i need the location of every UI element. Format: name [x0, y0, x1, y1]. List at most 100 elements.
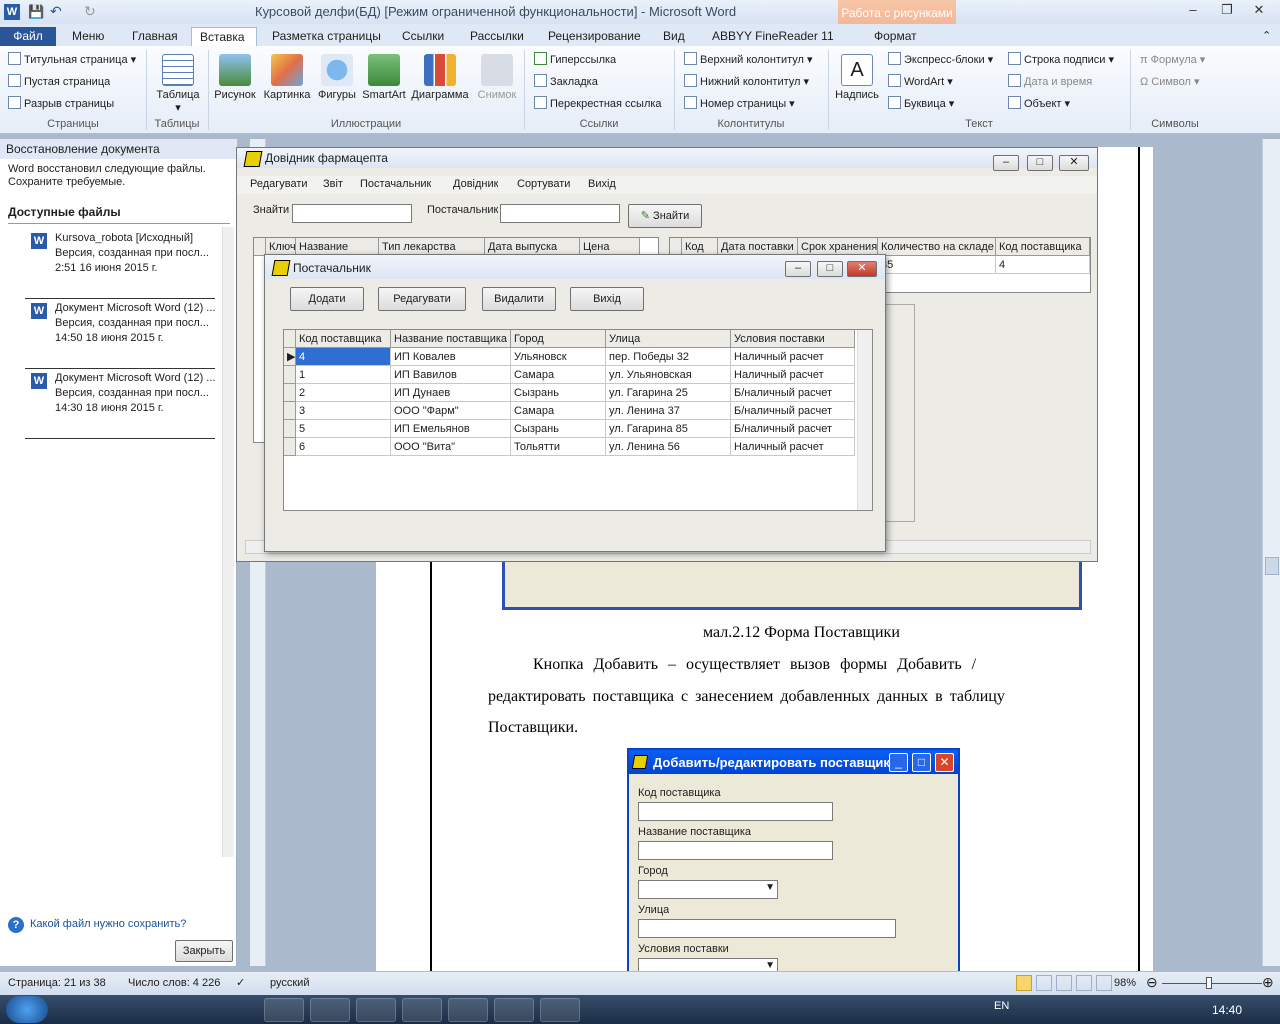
street-input[interactable]: [638, 919, 896, 938]
edit-button[interactable]: Редагувати: [378, 287, 466, 311]
screenshot-button[interactable]: Снимок: [474, 54, 520, 101]
blank-page-button[interactable]: Пустая страница: [8, 73, 110, 91]
clock[interactable]: 14:40: [1212, 1003, 1242, 1017]
grid-cell[interactable]: Тольятти: [511, 438, 606, 456]
tab-page-layout[interactable]: Разметка страницы: [264, 27, 389, 46]
equation-button[interactable]: π Формула ▾: [1140, 51, 1205, 69]
dropcap-button[interactable]: Буквица ▾: [888, 95, 954, 113]
close-icon[interactable]: ✕: [1246, 2, 1272, 20]
tab-insert[interactable]: Вставка: [191, 27, 257, 46]
grid-cell[interactable]: 4: [296, 348, 391, 366]
symbol-button[interactable]: Ω Символ ▾: [1140, 73, 1200, 91]
minimize-icon[interactable]: –: [993, 155, 1019, 171]
tab-references[interactable]: Ссылки: [394, 27, 452, 46]
grid-cell[interactable]: ИП Емельянов: [391, 420, 511, 438]
grid-cell[interactable]: Самара: [511, 402, 606, 420]
close-icon[interactable]: ✕: [1059, 155, 1089, 171]
grid-cell[interactable]: ул. Ульяновская: [606, 366, 731, 384]
grid-cell[interactable]: Сызрань: [511, 384, 606, 402]
grid-cell[interactable]: 5: [296, 420, 391, 438]
grid-cell[interactable]: Самара: [511, 366, 606, 384]
grid-cell[interactable]: ул. Ленина 37: [606, 402, 731, 420]
menu-report[interactable]: Звіт: [323, 178, 343, 190]
grid-cell[interactable]: 1: [296, 366, 391, 384]
grid-cell[interactable]: ООО "Фарм": [391, 402, 511, 420]
find-input[interactable]: [292, 204, 412, 223]
reading-view-icon[interactable]: [1036, 975, 1052, 991]
draft-icon[interactable]: [1096, 975, 1112, 991]
maximize-icon[interactable]: ❐: [1214, 2, 1240, 20]
minimize-icon[interactable]: _: [889, 753, 908, 772]
grid-cell[interactable]: Сызрань: [511, 420, 606, 438]
opera-icon[interactable]: [356, 998, 396, 1022]
menu-sort[interactable]: Сортувати: [517, 178, 570, 190]
grid-cell[interactable]: Наличный расчет: [731, 438, 855, 456]
redo-icon[interactable]: ↻: [84, 3, 96, 20]
grid-cell[interactable]: пер. Победы 32: [606, 348, 731, 366]
word-taskbar-icon[interactable]: [494, 998, 534, 1022]
add-button[interactable]: Додати: [290, 287, 364, 311]
tab-file[interactable]: Файл: [0, 27, 56, 46]
grid-cell[interactable]: 35: [878, 256, 996, 274]
tab-abbyy[interactable]: ABBYY FineReader 11: [704, 27, 842, 46]
menu-supplier[interactable]: Постачальник: [360, 178, 431, 190]
delete-button[interactable]: Видалити: [482, 287, 556, 311]
grid-cell[interactable]: Наличный расчет: [731, 366, 855, 384]
language[interactable]: русский: [270, 977, 309, 989]
zoom-out-icon[interactable]: ⊖: [1146, 974, 1158, 991]
outline-icon[interactable]: [1076, 975, 1092, 991]
delphi-icon[interactable]: [448, 998, 488, 1022]
cover-page-button[interactable]: Титульная страница ▾: [8, 51, 136, 69]
tab-mailings[interactable]: Рассылки: [462, 27, 532, 46]
grid-cell[interactable]: ул. Ленина 56: [606, 438, 731, 456]
column-header[interactable]: Код поставщика: [996, 238, 1090, 256]
supplier-code-input[interactable]: [638, 802, 833, 821]
undo-icon[interactable]: ↶: [50, 3, 62, 20]
smartart-button[interactable]: SmartArt: [360, 54, 408, 101]
close-icon[interactable]: ✕: [847, 261, 877, 277]
maximize-icon[interactable]: □: [817, 261, 843, 277]
column-header[interactable]: Название поставщика: [391, 330, 511, 348]
help-icon[interactable]: ?: [8, 917, 24, 933]
tab-format[interactable]: Формат: [866, 27, 925, 46]
column-header[interactable]: Количество на складе: [878, 238, 996, 256]
row-indicator[interactable]: [284, 366, 296, 384]
textbox-button[interactable]: A Надпись: [834, 54, 880, 101]
recovered-file[interactable]: W Kursova_robota [Исходный] Версия, созд…: [25, 229, 215, 299]
start-button[interactable]: [6, 996, 48, 1023]
wordart-button[interactable]: WordArt ▾: [888, 73, 953, 91]
print-layout-icon[interactable]: [1016, 975, 1032, 991]
tab-menu[interactable]: Меню: [64, 27, 112, 46]
page-count[interactable]: Страница: 21 из 38: [8, 977, 106, 989]
row-indicator[interactable]: [284, 438, 296, 456]
grid-cell[interactable]: Наличный расчет: [731, 348, 855, 366]
explorer-icon[interactable]: [264, 998, 304, 1022]
menu-edit[interactable]: Редагувати: [250, 178, 308, 190]
clipart-button[interactable]: Картинка: [260, 54, 314, 101]
table-button[interactable]: Таблица ▾: [152, 54, 204, 114]
cross-reference-button[interactable]: Перекрестная ссылка: [534, 95, 662, 113]
row-indicator[interactable]: [284, 420, 296, 438]
date-time-button[interactable]: Дата и время: [1008, 73, 1092, 91]
word-app-icon[interactable]: W: [4, 4, 20, 20]
word-count[interactable]: Число слов: 4 226: [128, 977, 220, 989]
web-layout-icon[interactable]: [1056, 975, 1072, 991]
tab-review[interactable]: Рецензирование: [540, 27, 649, 46]
bookmark-button[interactable]: Закладка: [534, 73, 598, 91]
city-select[interactable]: ▼: [638, 880, 778, 899]
header-button[interactable]: Верхний колонтитул ▾: [684, 51, 813, 69]
save-icon[interactable]: 💾: [28, 4, 44, 20]
grid-cell[interactable]: 3: [296, 402, 391, 420]
object-button[interactable]: Объект ▾: [1008, 95, 1070, 113]
chart-button[interactable]: Диаграмма: [408, 54, 472, 101]
supplier-search-input[interactable]: [500, 204, 620, 223]
picture-button[interactable]: Рисунок: [212, 54, 258, 101]
chrome-icon[interactable]: [402, 998, 442, 1022]
recovered-file[interactable]: W Документ Microsoft Word (12) ... Верси…: [25, 299, 215, 369]
input-language[interactable]: EN: [994, 1000, 1009, 1012]
scroll-thumb[interactable]: [1265, 557, 1279, 575]
grid-cell[interactable]: 2: [296, 384, 391, 402]
row-indicator[interactable]: [284, 384, 296, 402]
quick-parts-button[interactable]: Экспресс-блоки ▾: [888, 51, 993, 69]
minimize-icon[interactable]: –: [785, 261, 811, 277]
